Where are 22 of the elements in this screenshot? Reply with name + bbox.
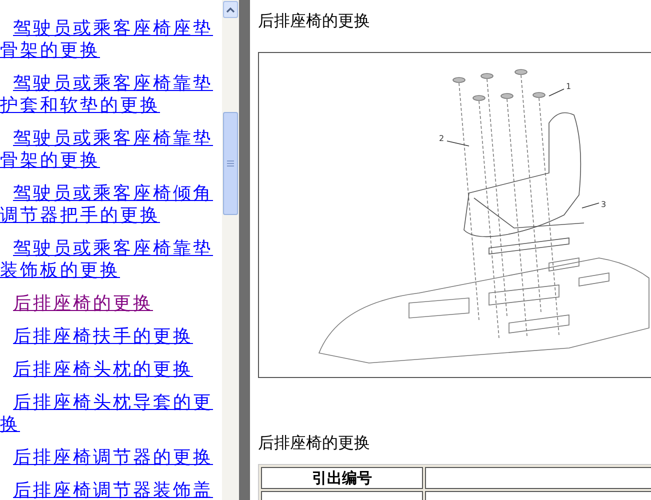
nav-link[interactable]: 后排座椅头枕导套的更换 [0,392,214,436]
page-title: 后排座椅的更换 [258,10,371,32]
callout-number: 3 [601,200,606,209]
nav-link[interactable]: 驾驶员或乘客座椅倾角调节器把手的更换 [0,183,214,227]
nav-link[interactable]: 驾驶员或乘客座椅靠垫护套和软垫的更换 [0,73,214,117]
scroll-up-button[interactable] [223,1,238,18]
scrollbar[interactable] [222,0,239,500]
nav-link[interactable]: 后排座椅调节器的更换 [0,447,214,469]
nav-link[interactable]: 后排座椅调节器装饰盖 [0,480,214,500]
grip-icon [227,160,234,167]
nav-link[interactable]: 后排座椅头枕的更换 [0,359,214,381]
nav-link[interactable]: 后排座椅的更换 [0,293,214,315]
nav-link[interactable]: 驾驶员或乘客座椅靠垫骨架的更换 [0,128,214,172]
section-heading: 后排座椅的更换 [258,432,371,454]
table-header-cell: 引出编号 [261,467,423,489]
callout-number: 2 [439,134,444,143]
callout-number: 1 [566,82,572,91]
nav-link[interactable]: 驾驶员或乘客座椅靠垫装饰板的更换 [0,238,214,282]
nav-link[interactable]: 后排座椅扶手的更换 [0,326,214,348]
caret-up-icon [226,6,235,12]
nav-link[interactable]: 驾驶员或乘客座椅座垫骨架的更换 [0,18,214,62]
scroll-thumb[interactable] [223,112,238,215]
